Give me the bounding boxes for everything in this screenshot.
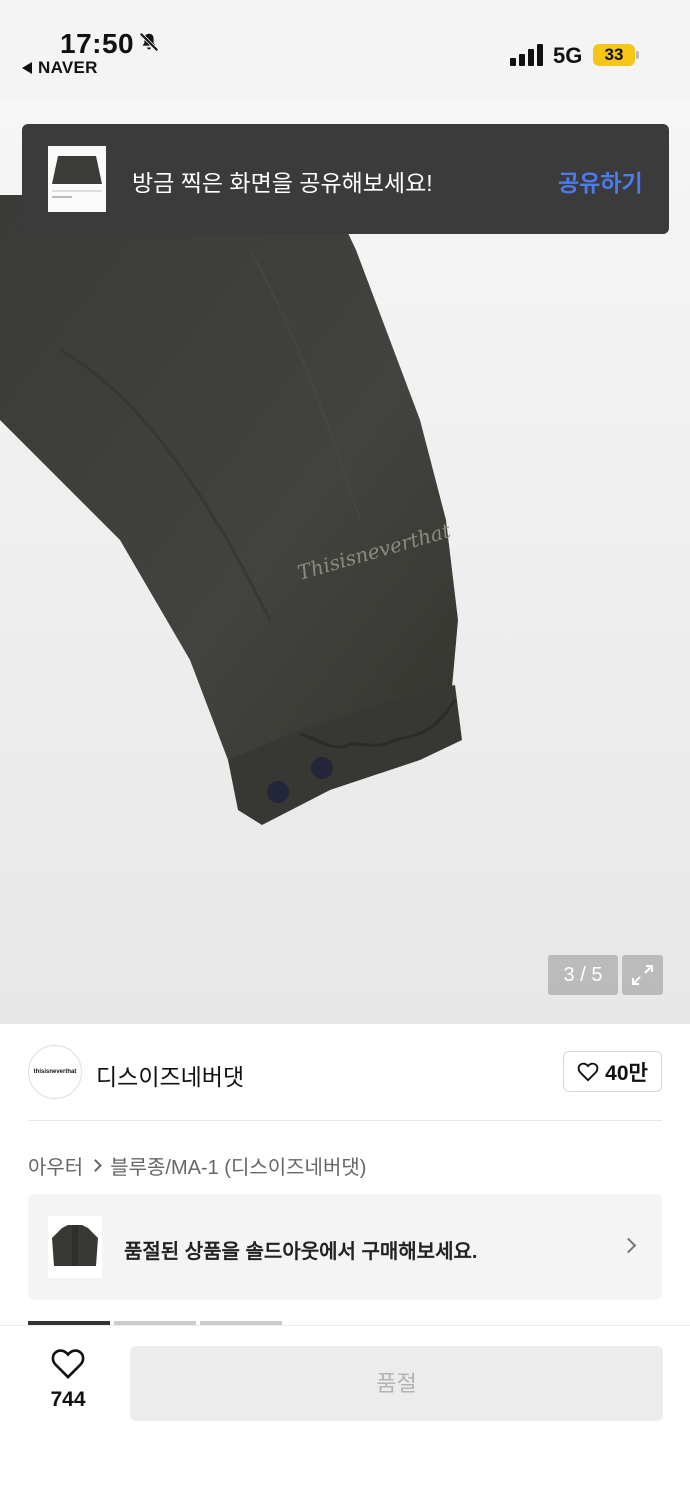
breadcrumb: 아우터 블루종/MA-1 (디스이즈네버댓) (28, 1151, 366, 1180)
soldout-buy-button[interactable]: 품절 (130, 1346, 663, 1421)
image-counter: 3 / 5 (548, 955, 618, 995)
soldout-promo-text: 품절된 상품을 솔드아웃에서 구매해보세요. (124, 1241, 478, 1263)
brand-like-count: 40만 (605, 1061, 648, 1085)
chevron-right-icon (89, 1159, 103, 1172)
battery-level: 33 (593, 44, 635, 66)
soldout-product-thumbnail (48, 1216, 102, 1278)
status-bar: 17:50 NAVER 5G 33 (0, 0, 690, 100)
brand-avatar-logo: thisisneverthat (33, 1069, 77, 1075)
battery-cap (636, 51, 639, 59)
brand-name[interactable]: 디스이즈네버댓 (96, 1058, 244, 1092)
signal-icon (510, 44, 543, 66)
soldout-promo-card[interactable]: 품절된 상품을 솔드아웃에서 구매해보세요. (28, 1194, 662, 1300)
breadcrumb-category[interactable]: 아우터 (28, 1151, 83, 1180)
brand-avatar[interactable]: thisisneverthat (28, 1045, 82, 1099)
back-arrow-icon (22, 62, 32, 74)
expand-icon (632, 965, 653, 985)
brand-like-button[interactable]: 40만 (563, 1051, 662, 1092)
product-image: Thisisneverthat (0, 195, 462, 825)
chevron-right-icon (620, 1237, 637, 1254)
heart-outline-icon (577, 1062, 599, 1081)
breadcrumb-sub-category[interactable]: 블루종/MA-1 (디스이즈네버댓) (110, 1151, 366, 1180)
screenshot-thumbnail[interactable] (48, 146, 106, 212)
toast-message: 방금 찍은 화면을 공유해보세요! (132, 170, 433, 196)
back-app-label: NAVER (38, 58, 98, 77)
product-image-gallery[interactable]: Thisisneverthat (0, 100, 690, 1024)
wishlist-count: 744 (50, 1388, 86, 1411)
network-type: 5G (553, 43, 583, 68)
heart-outline-icon (51, 1349, 85, 1379)
share-button[interactable]: 공유하기 (558, 164, 643, 198)
wishlist-button[interactable] (40, 1348, 96, 1385)
status-time: 17:50 (60, 28, 135, 59)
section-divider (28, 1120, 662, 1121)
expand-image-button[interactable] (622, 955, 663, 995)
share-screenshot-toast: 방금 찍은 화면을 공유해보세요! 공유하기 (22, 124, 669, 234)
back-to-app-link[interactable]: NAVER (22, 58, 98, 78)
bell-slash-icon (139, 32, 159, 52)
